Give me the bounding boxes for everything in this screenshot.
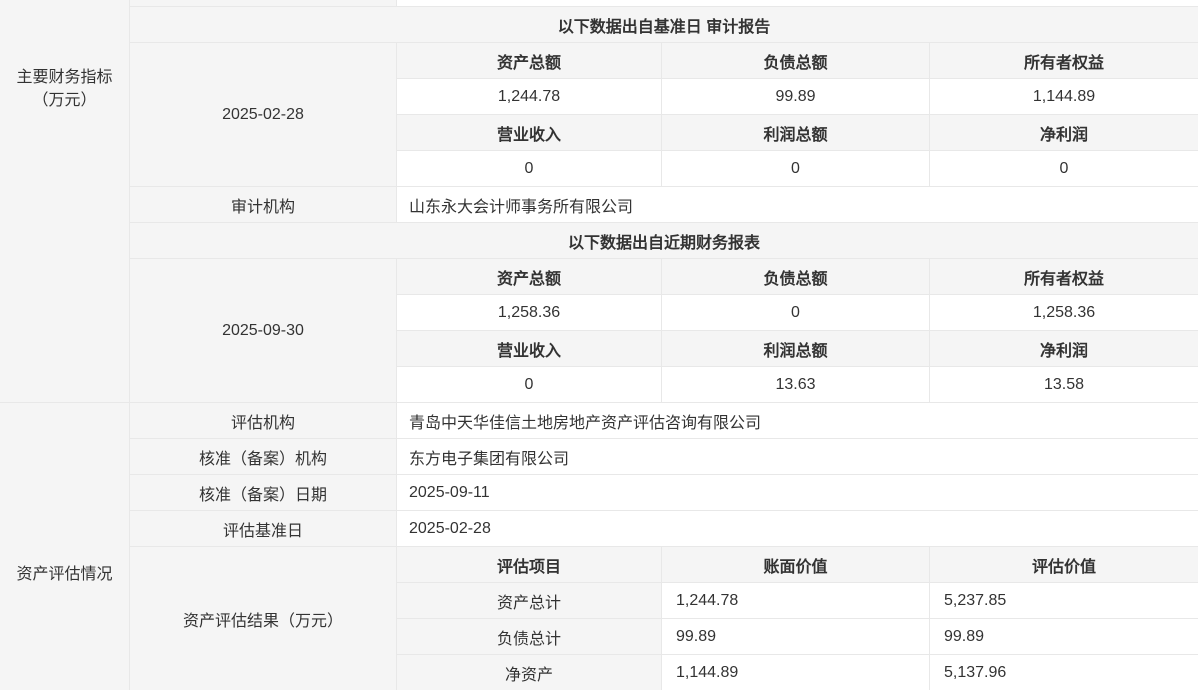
evaluation-result-label-cell: 资产评估结果（万元） bbox=[130, 547, 397, 690]
base-date-cell: 2025-02-28 bbox=[130, 43, 397, 186]
metric-header-cell: 负债总额 bbox=[662, 43, 930, 78]
audit-metrics-table: 资产总额 负债总额 所有者权益 1,244.78 99.89 1,144.89 … bbox=[397, 43, 1198, 186]
metric-header-cell: 净利润 bbox=[930, 331, 1198, 366]
evaluation-item-cell: 资产总计 bbox=[397, 583, 662, 618]
evaluation-base-date-row: 评估基准日 2025-02-28 bbox=[130, 511, 1198, 547]
category-evaluation-label: 资产评估情况 bbox=[0, 563, 129, 586]
band-audit-report: 以下数据出自基准日 审计报告 bbox=[130, 7, 1198, 43]
category-column: 主要财务指标 （万元） 资产评估情况 bbox=[0, 0, 130, 690]
audit-date-block: 2025-02-28 资产总额 负债总额 所有者权益 1,244.78 99.8… bbox=[130, 43, 1198, 187]
band-recent-statements: 以下数据出自近期财务报表 bbox=[130, 223, 1198, 259]
category-financial-line1: 主要财务指标 bbox=[0, 66, 129, 89]
metric-header-cell: 营业收入 bbox=[397, 331, 662, 366]
metric-header-cell: 资产总额 bbox=[397, 259, 662, 294]
financial-disclosure-table: 主要财务指标 （万元） 资产评估情况 以下数据出自基准日 审计报告 2025-0… bbox=[0, 0, 1198, 690]
row-value-cell: 山东永大会计师事务所有限公司 bbox=[397, 187, 1198, 222]
metric-header-cell: 所有者权益 bbox=[930, 43, 1198, 78]
table-body: 以下数据出自基准日 审计报告 2025-02-28 资产总额 负债总额 所有者权… bbox=[130, 0, 1198, 690]
row-label-cell: 核准（备案）日期 bbox=[130, 475, 397, 510]
metric-value-cell: 0 bbox=[930, 151, 1198, 187]
eval-value-cell: 99.89 bbox=[930, 619, 1198, 654]
metric-value-cell: 13.63 bbox=[662, 367, 930, 403]
metric-value-cell: 1,244.78 bbox=[397, 79, 662, 114]
metric-value-cell: 0 bbox=[662, 295, 930, 330]
category-financial-line2: （万元） bbox=[0, 89, 129, 112]
category-asset-evaluation: 资产评估情况 bbox=[0, 403, 129, 690]
evaluation-header-cell: 评估项目 bbox=[397, 547, 662, 582]
row-value-cell: 东方电子集团有限公司 bbox=[397, 439, 1198, 474]
metric-header-cell: 营业收入 bbox=[397, 115, 662, 150]
metric-header-cell: 利润总额 bbox=[662, 331, 930, 366]
metric-header-cell: 利润总额 bbox=[662, 115, 930, 150]
clipped-label-cell bbox=[130, 0, 397, 6]
metric-value-cell: 13.58 bbox=[930, 367, 1198, 403]
metric-value-row: 0 0 0 bbox=[397, 151, 1198, 187]
book-value-cell: 99.89 bbox=[662, 619, 930, 654]
eval-value-cell: 5,137.96 bbox=[930, 655, 1198, 690]
metric-value-cell: 1,144.89 bbox=[930, 79, 1198, 114]
metric-header-cell: 资产总额 bbox=[397, 43, 662, 78]
row-label-cell: 评估基准日 bbox=[130, 511, 397, 546]
evaluation-item-cell: 负债总计 bbox=[397, 619, 662, 654]
metric-header-cell: 净利润 bbox=[930, 115, 1198, 150]
category-financial-indicators: 主要财务指标 （万元） bbox=[0, 0, 129, 403]
recent-date-cell: 2025-09-30 bbox=[130, 259, 397, 402]
evaluation-agency-row: 评估机构 青岛中天华佳信土地房地产资产评估咨询有限公司 bbox=[130, 403, 1198, 439]
row-label-cell: 审计机构 bbox=[130, 187, 397, 222]
metric-header-cell: 所有者权益 bbox=[930, 259, 1198, 294]
evaluation-header-cell: 评估价值 bbox=[930, 547, 1198, 582]
row-value-cell: 2025-09-11 bbox=[397, 475, 1198, 510]
metric-value-cell: 0 bbox=[662, 151, 930, 187]
book-value-cell: 1,244.78 bbox=[662, 583, 930, 618]
evaluation-item-cell: 净资产 bbox=[397, 655, 662, 690]
row-value-cell: 2025-02-28 bbox=[397, 511, 1198, 546]
metric-header-cell: 负债总额 bbox=[662, 259, 930, 294]
metric-header-row: 营业收入 利润总额 净利润 bbox=[397, 331, 1198, 367]
recent-metrics-table: 资产总额 负债总额 所有者权益 1,258.36 0 1,258.36 营业收入… bbox=[397, 259, 1198, 402]
metric-value-cell: 1,258.36 bbox=[397, 295, 662, 330]
metric-value-row: 1,244.78 99.89 1,144.89 bbox=[397, 79, 1198, 115]
clipped-value-cell bbox=[397, 0, 1198, 6]
evaluation-data-row: 负债总计 99.89 99.89 bbox=[397, 619, 1198, 655]
metric-value-cell: 0 bbox=[397, 367, 662, 403]
evaluation-data-row: 净资产 1,144.89 5,137.96 bbox=[397, 655, 1198, 690]
metric-header-row: 资产总额 负债总额 所有者权益 bbox=[397, 43, 1198, 79]
metric-value-row: 0 13.63 13.58 bbox=[397, 367, 1198, 403]
recent-date-block: 2025-09-30 资产总额 负债总额 所有者权益 1,258.36 0 1,… bbox=[130, 259, 1198, 403]
metric-header-row: 资产总额 负债总额 所有者权益 bbox=[397, 259, 1198, 295]
metric-header-row: 营业收入 利润总额 净利润 bbox=[397, 115, 1198, 151]
row-label-cell: 评估机构 bbox=[130, 403, 397, 438]
metric-value-cell: 99.89 bbox=[662, 79, 930, 114]
evaluation-header-cell: 账面价值 bbox=[662, 547, 930, 582]
evaluation-data-row: 资产总计 1,244.78 5,237.85 bbox=[397, 583, 1198, 619]
approval-agency-row: 核准（备案）机构 东方电子集团有限公司 bbox=[130, 439, 1198, 475]
row-label-cell: 核准（备案）机构 bbox=[130, 439, 397, 474]
clipped-top-row bbox=[130, 0, 1198, 7]
metric-value-cell: 0 bbox=[397, 151, 662, 187]
metric-value-row: 1,258.36 0 1,258.36 bbox=[397, 295, 1198, 331]
row-value-cell: 青岛中天华佳信土地房地产资产评估咨询有限公司 bbox=[397, 403, 1198, 438]
metric-value-cell: 1,258.36 bbox=[930, 295, 1198, 330]
evaluation-result-table: 评估项目 账面价值 评估价值 资产总计 1,244.78 5,237.85 负债… bbox=[397, 547, 1198, 690]
eval-value-cell: 5,237.85 bbox=[930, 583, 1198, 618]
evaluation-header-row: 评估项目 账面价值 评估价值 bbox=[397, 547, 1198, 583]
book-value-cell: 1,144.89 bbox=[662, 655, 930, 690]
audit-agency-row: 审计机构 山东永大会计师事务所有限公司 bbox=[130, 187, 1198, 223]
evaluation-result-block: 资产评估结果（万元） 评估项目 账面价值 评估价值 资产总计 1,244.78 … bbox=[130, 547, 1198, 690]
approval-date-row: 核准（备案）日期 2025-09-11 bbox=[130, 475, 1198, 511]
